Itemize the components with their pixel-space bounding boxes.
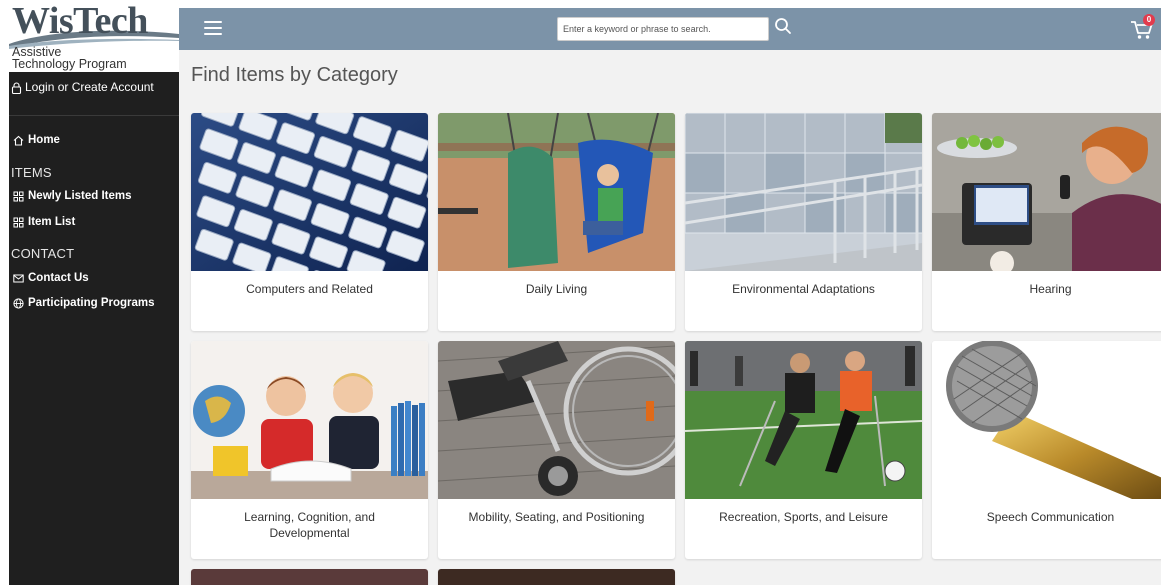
grid-icon xyxy=(13,191,24,201)
envelope-icon xyxy=(13,274,24,282)
sidebar-item-label: Participating Programs xyxy=(28,297,155,309)
category-label: Environmental Adaptations xyxy=(732,282,875,296)
category-label: Recreation, Sports, and Leisure xyxy=(719,510,888,524)
cart-count-badge: 0 xyxy=(1143,14,1155,26)
category-card-speech[interactable]: Speech Communication xyxy=(932,341,1161,559)
category-card-partial[interactable] xyxy=(191,569,428,585)
handrail-ramp-image xyxy=(685,113,922,271)
sidebar-item-label: Contact Us xyxy=(28,272,89,284)
main-content: Find Items by Category Computers and Rel… xyxy=(179,50,1161,585)
contact-heading: CONTACT xyxy=(11,246,75,261)
top-bar: 0 xyxy=(179,8,1161,50)
lock-icon xyxy=(11,82,22,94)
category-card-mobility[interactable]: Mobility, Seating, and Positioning xyxy=(438,341,675,559)
wheelchair-image xyxy=(438,341,675,499)
sidebar-item-home[interactable]: Home xyxy=(13,134,60,146)
category-label: Learning, Cognition, and Developmental xyxy=(244,510,375,540)
sidebar-item-newly-listed[interactable]: Newly Listed Items xyxy=(13,190,132,202)
search-icon[interactable] xyxy=(774,17,792,37)
amputee-soccer-image xyxy=(685,341,922,499)
category-image xyxy=(438,569,675,585)
sidebar-item-label: Newly Listed Items xyxy=(28,190,132,202)
category-label: Mobility, Seating, and Positioning xyxy=(468,510,645,524)
sidebar-item-participating-programs[interactable]: Participating Programs xyxy=(13,297,155,309)
page-title: Find Items by Category xyxy=(191,64,398,86)
category-card-recreation[interactable]: Recreation, Sports, and Leisure xyxy=(685,341,922,559)
sidebar-item-contact-us[interactable]: Contact Us xyxy=(13,272,89,284)
sidebar: WisTech Assistive Technology Program Log… xyxy=(9,0,179,585)
sidebar-item-item-list[interactable]: Item List xyxy=(13,216,75,228)
captioned-phone-image xyxy=(932,113,1161,271)
login-label: Login or Create Account xyxy=(25,80,154,94)
sidebar-item-label: Item List xyxy=(28,216,76,228)
category-card-partial[interactable] xyxy=(438,569,675,585)
grid-icon xyxy=(13,217,24,227)
sidebar-item-label: Home xyxy=(28,134,60,146)
home-icon xyxy=(13,135,24,146)
category-card-hearing[interactable]: Hearing xyxy=(932,113,1161,331)
category-card-daily-living[interactable]: Daily Living xyxy=(438,113,675,331)
category-image xyxy=(191,569,428,585)
globe-icon xyxy=(13,297,24,309)
category-label: Daily Living xyxy=(525,282,588,296)
logo-subtitle-line2: Technology Program xyxy=(12,57,127,71)
sidebar-divider xyxy=(9,115,179,116)
search-input[interactable] xyxy=(557,17,769,41)
menu-icon[interactable] xyxy=(204,21,222,35)
category-label: Computers and Related xyxy=(246,282,373,296)
category-card-computers[interactable]: Computers and Related xyxy=(191,113,428,331)
children-studying-image xyxy=(191,341,428,499)
microphone-image xyxy=(932,341,1161,499)
items-heading: ITEMS xyxy=(11,165,52,180)
playground-swing-image xyxy=(438,113,675,271)
category-card-learning[interactable]: Learning, Cognition, and Developmental xyxy=(191,341,428,559)
category-card-environmental[interactable]: Environmental Adaptations xyxy=(685,113,922,331)
category-label: Hearing xyxy=(1029,282,1072,296)
login-link[interactable]: Login or Create Account xyxy=(9,80,179,116)
keyboard-image xyxy=(191,113,428,271)
wistech-logo[interactable]: WisTech Assistive Technology Program xyxy=(9,0,179,72)
logo-title: WisTech xyxy=(12,0,148,42)
category-label: Speech Communication xyxy=(986,510,1115,524)
